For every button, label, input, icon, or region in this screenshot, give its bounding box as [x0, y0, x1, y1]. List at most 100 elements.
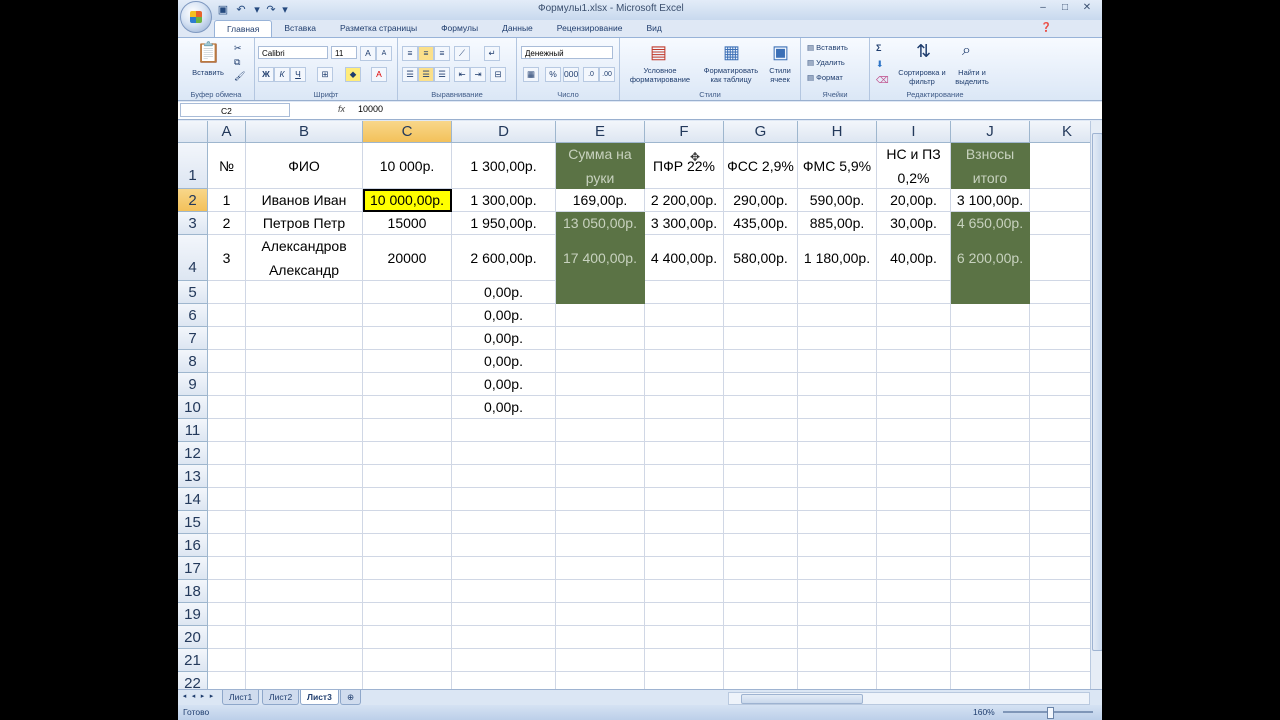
decrease-indent-icon[interactable]: ⇤: [454, 67, 470, 82]
cell-G20[interactable]: [724, 626, 798, 649]
cell-H1[interactable]: ФМС 5,9%: [798, 143, 877, 189]
fill-icon[interactable]: ⬇: [876, 58, 884, 70]
cell-A14[interactable]: [208, 488, 246, 511]
cell-I20[interactable]: [877, 626, 951, 649]
cell-K21[interactable]: [1030, 649, 1090, 672]
cell-E7[interactable]: [556, 327, 645, 350]
insert-cells-button[interactable]: ▤ Вставить: [807, 43, 848, 52]
cell-B4[interactable]: Александров Александр: [246, 235, 363, 281]
cell-E9[interactable]: [556, 373, 645, 396]
cell-K3[interactable]: [1030, 212, 1090, 235]
cell-A16[interactable]: [208, 534, 246, 557]
cell-J14[interactable]: [951, 488, 1030, 511]
align-middle-icon[interactable]: ≡: [418, 46, 434, 61]
cell-H22[interactable]: [798, 672, 877, 689]
row-header-16[interactable]: 16: [178, 534, 208, 557]
grow-font-icon[interactable]: A: [360, 46, 376, 61]
cell-G1[interactable]: ФСС 2,9%: [724, 143, 798, 189]
cell-F20[interactable]: [645, 626, 724, 649]
cell-J8[interactable]: [951, 350, 1030, 373]
cell-G16[interactable]: [724, 534, 798, 557]
cell-I12[interactable]: [877, 442, 951, 465]
cell-I13[interactable]: [877, 465, 951, 488]
cell-G6[interactable]: [724, 304, 798, 327]
cell-D13[interactable]: [452, 465, 556, 488]
cell-K22[interactable]: [1030, 672, 1090, 689]
row-header-7[interactable]: 7: [178, 327, 208, 350]
cell-K11[interactable]: [1030, 419, 1090, 442]
cell-F16[interactable]: [645, 534, 724, 557]
format-as-table-button[interactable]: Форматировать как таблицу: [700, 66, 762, 84]
row-header-9[interactable]: 9: [178, 373, 208, 396]
delete-cells-button[interactable]: ▤ Удалить: [807, 58, 845, 67]
column-header-A[interactable]: A: [208, 121, 246, 143]
cell-E18[interactable]: [556, 580, 645, 603]
number-format-select[interactable]: Денежный: [521, 46, 613, 59]
row-header-3[interactable]: 3: [178, 212, 208, 235]
cell-G13[interactable]: [724, 465, 798, 488]
cell-I22[interactable]: [877, 672, 951, 689]
cell-A7[interactable]: [208, 327, 246, 350]
cell-D19[interactable]: [452, 603, 556, 626]
cell-C16[interactable]: [363, 534, 452, 557]
cell-E14[interactable]: [556, 488, 645, 511]
row-header-18[interactable]: 18: [178, 580, 208, 603]
insert-function-button[interactable]: fx: [338, 104, 345, 114]
find-select-button[interactable]: Найти и выделить: [950, 68, 994, 86]
cell-J2[interactable]: 3 100,00р.: [951, 189, 1030, 212]
cell-B7[interactable]: [246, 327, 363, 350]
italic-button[interactable]: К: [274, 67, 290, 82]
cell-A2[interactable]: 1: [208, 189, 246, 212]
cell-I5[interactable]: [877, 281, 951, 304]
conditional-formatting-icon[interactable]: ▤: [650, 42, 667, 62]
cell-D7[interactable]: 0,00р.: [452, 327, 556, 350]
cell-A3[interactable]: 2: [208, 212, 246, 235]
column-header-H[interactable]: H: [798, 121, 877, 143]
cell-G19[interactable]: [724, 603, 798, 626]
cell-H12[interactable]: [798, 442, 877, 465]
cell-F9[interactable]: [645, 373, 724, 396]
cell-G11[interactable]: [724, 419, 798, 442]
cell-I10[interactable]: [877, 396, 951, 419]
sheet-tab-2[interactable]: Лист2: [262, 690, 300, 705]
cell-F7[interactable]: [645, 327, 724, 350]
cell-E19[interactable]: [556, 603, 645, 626]
cell-I1[interactable]: НС и ПЗ 0,2%: [877, 143, 951, 189]
cell-D11[interactable]: [452, 419, 556, 442]
cell-J15[interactable]: [951, 511, 1030, 534]
cell-C4[interactable]: 20000: [363, 235, 452, 281]
cell-D16[interactable]: [452, 534, 556, 557]
cell-H6[interactable]: [798, 304, 877, 327]
next-sheet-icon[interactable]: ▸: [198, 692, 207, 702]
cell-B20[interactable]: [246, 626, 363, 649]
cell-C1[interactable]: 10 000р.: [363, 143, 452, 189]
tab-view[interactable]: Вид: [634, 20, 673, 37]
font-size-select[interactable]: 11: [331, 46, 357, 59]
cell-H19[interactable]: [798, 603, 877, 626]
cell-I2[interactable]: 20,00р.: [877, 189, 951, 212]
cell-H8[interactable]: [798, 350, 877, 373]
cell-G21[interactable]: [724, 649, 798, 672]
cell-A1[interactable]: №: [208, 143, 246, 189]
cell-J10[interactable]: [951, 396, 1030, 419]
cell-D5[interactable]: 0,00р.: [452, 281, 556, 304]
cell-J5[interactable]: [951, 281, 1030, 304]
cell-B8[interactable]: [246, 350, 363, 373]
align-bottom-icon[interactable]: ≡: [434, 46, 450, 61]
cell-K7[interactable]: [1030, 327, 1090, 350]
align-right-icon[interactable]: ☰: [434, 67, 450, 82]
increase-indent-icon[interactable]: ⇥: [470, 67, 486, 82]
cell-J13[interactable]: [951, 465, 1030, 488]
cell-G8[interactable]: [724, 350, 798, 373]
cell-K13[interactable]: [1030, 465, 1090, 488]
row-header-17[interactable]: 17: [178, 557, 208, 580]
wrap-text-icon[interactable]: ↵: [484, 46, 500, 61]
cell-B1[interactable]: ФИО: [246, 143, 363, 189]
cell-B16[interactable]: [246, 534, 363, 557]
cell-F2[interactable]: 2 200,00р.: [645, 189, 724, 212]
cell-E6[interactable]: [556, 304, 645, 327]
cell-D18[interactable]: [452, 580, 556, 603]
cell-I4[interactable]: 40,00р.: [877, 235, 951, 281]
cell-F18[interactable]: [645, 580, 724, 603]
cell-A11[interactable]: [208, 419, 246, 442]
